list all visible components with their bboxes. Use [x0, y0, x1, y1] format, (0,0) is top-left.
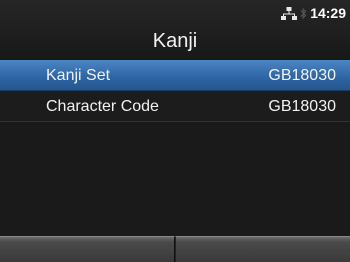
status-bar: 14:29 — [281, 2, 346, 24]
setting-value: GB18030 — [268, 98, 336, 115]
network-icon — [281, 6, 298, 20]
header-bar: 14:29 Kanji — [0, 0, 350, 60]
clock-time: 14:29 — [310, 5, 346, 21]
printer-screen: 14:29 Kanji Kanji Set GB18030 Character … — [0, 0, 350, 262]
empty-list-area — [0, 122, 350, 236]
settings-list: Kanji Set GB18030 Character Code GB18030 — [0, 60, 350, 122]
setting-row-kanji-set[interactable]: Kanji Set GB18030 — [0, 60, 350, 91]
page-title: Kanji — [152, 30, 198, 52]
bluetooth-icon — [300, 7, 307, 20]
softkey-right-button[interactable] — [175, 236, 350, 262]
setting-label: Kanji Set — [46, 67, 111, 84]
softkey-bar — [0, 236, 350, 262]
setting-row-character-code[interactable]: Character Code GB18030 — [0, 91, 350, 122]
setting-value: GB18030 — [268, 67, 336, 84]
setting-label: Character Code — [46, 98, 159, 115]
softkey-left-button[interactable] — [0, 236, 175, 262]
